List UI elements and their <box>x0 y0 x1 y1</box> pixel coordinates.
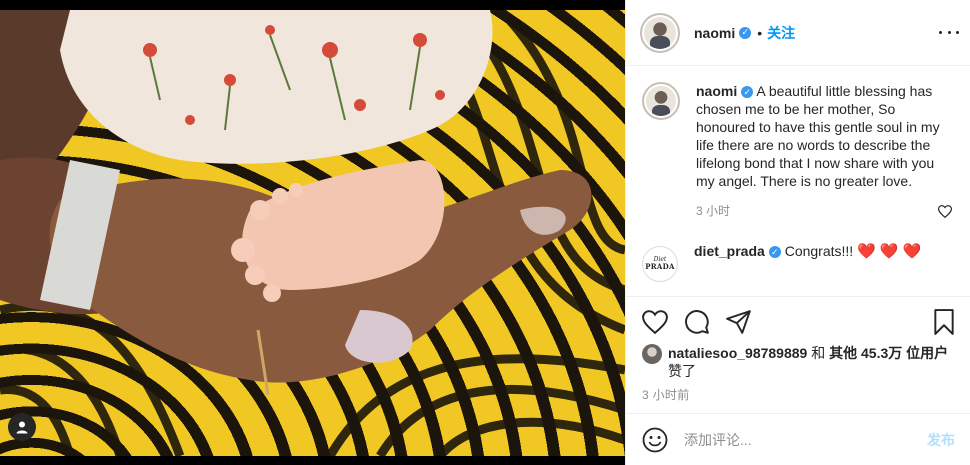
separator-dot: • <box>757 24 763 41</box>
like-button[interactable] <box>642 309 668 335</box>
caption-time[interactable]: 3 小时 <box>696 202 955 220</box>
author-avatar[interactable] <box>640 12 680 53</box>
photo-pane <box>0 0 625 465</box>
commenter-avatar-big-text: PRADA <box>645 262 675 271</box>
caption-avatar[interactable] <box>642 82 680 120</box>
heart-outline-icon <box>642 310 668 335</box>
post-sidebar: naomi ✓ • 关注 naomi ✓ A beautiful little b… <box>625 0 970 465</box>
likes-text: nataliesoo_98789889 和 其他 45.3万 位用户 赞了 <box>668 344 948 380</box>
action-bar <box>626 296 970 346</box>
photo-illustration <box>0 10 625 456</box>
comment-input[interactable] <box>684 431 904 448</box>
more-options-icon[interactable] <box>939 24 959 40</box>
post-header: naomi ✓ • 关注 <box>626 0 970 66</box>
likes-suffix: 赞了 <box>668 363 696 379</box>
liker-avatar[interactable] <box>642 344 662 364</box>
comment-button[interactable] <box>684 309 710 335</box>
likes-connector: 和 <box>811 345 826 361</box>
follow-button[interactable]: 关注 <box>767 23 795 43</box>
liker-username[interactable]: nataliesoo_98789889 <box>668 345 807 361</box>
author-username[interactable]: naomi <box>694 25 735 41</box>
heart-emoji-icon: ❤️ ❤️ ❤️ <box>857 243 922 260</box>
likes-others[interactable]: 其他 45.3万 位用户 <box>829 345 948 361</box>
verified-badge-icon: ✓ <box>739 26 752 39</box>
likes-summary: nataliesoo_98789889 和 其他 45.3万 位用户 赞了 <box>642 344 962 380</box>
emoji-picker-button[interactable] <box>642 427 668 453</box>
caption-body: naomi ✓ A beautiful little blessing has c… <box>696 82 955 220</box>
post-modal: naomi ✓ • 关注 naomi ✓ A beautiful little b… <box>0 0 970 465</box>
user-tag-button[interactable] <box>8 413 36 441</box>
caption: naomi ✓ A beautiful little blessing has c… <box>642 82 955 220</box>
post-photo[interactable] <box>0 10 625 456</box>
user-tag-icon <box>16 421 28 434</box>
comment-body: diet_prada ✓ Congrats!!! ❤️ ❤️ ❤️ <box>694 242 934 261</box>
post-comment-button[interactable]: 发布 <box>927 430 955 450</box>
post-timestamp[interactable]: 3 小时前 <box>642 386 690 403</box>
commenter-username[interactable]: diet_prada <box>694 243 765 259</box>
add-comment-bar: 发布 <box>626 413 970 465</box>
comment-text: Congrats!!! <box>784 243 854 259</box>
caption-username[interactable]: naomi <box>696 83 737 99</box>
comment-like-heart-icon[interactable] <box>938 205 952 218</box>
verified-badge-icon: ✓ <box>741 86 754 98</box>
comment-item: Diet PRADA diet_prada ✓ Congrats!!! ❤️ ❤️… <box>642 242 955 282</box>
smiley-icon <box>642 427 668 452</box>
share-icon <box>726 310 751 334</box>
comment-icon <box>685 310 709 334</box>
commenter-avatar[interactable]: Diet PRADA <box>642 246 678 282</box>
verified-badge-icon: ✓ <box>768 246 781 258</box>
save-button[interactable] <box>931 309 957 335</box>
comments-list: naomi ✓ A beautiful little blessing has c… <box>626 66 970 296</box>
share-button[interactable] <box>726 309 752 335</box>
bookmark-icon <box>934 309 954 335</box>
